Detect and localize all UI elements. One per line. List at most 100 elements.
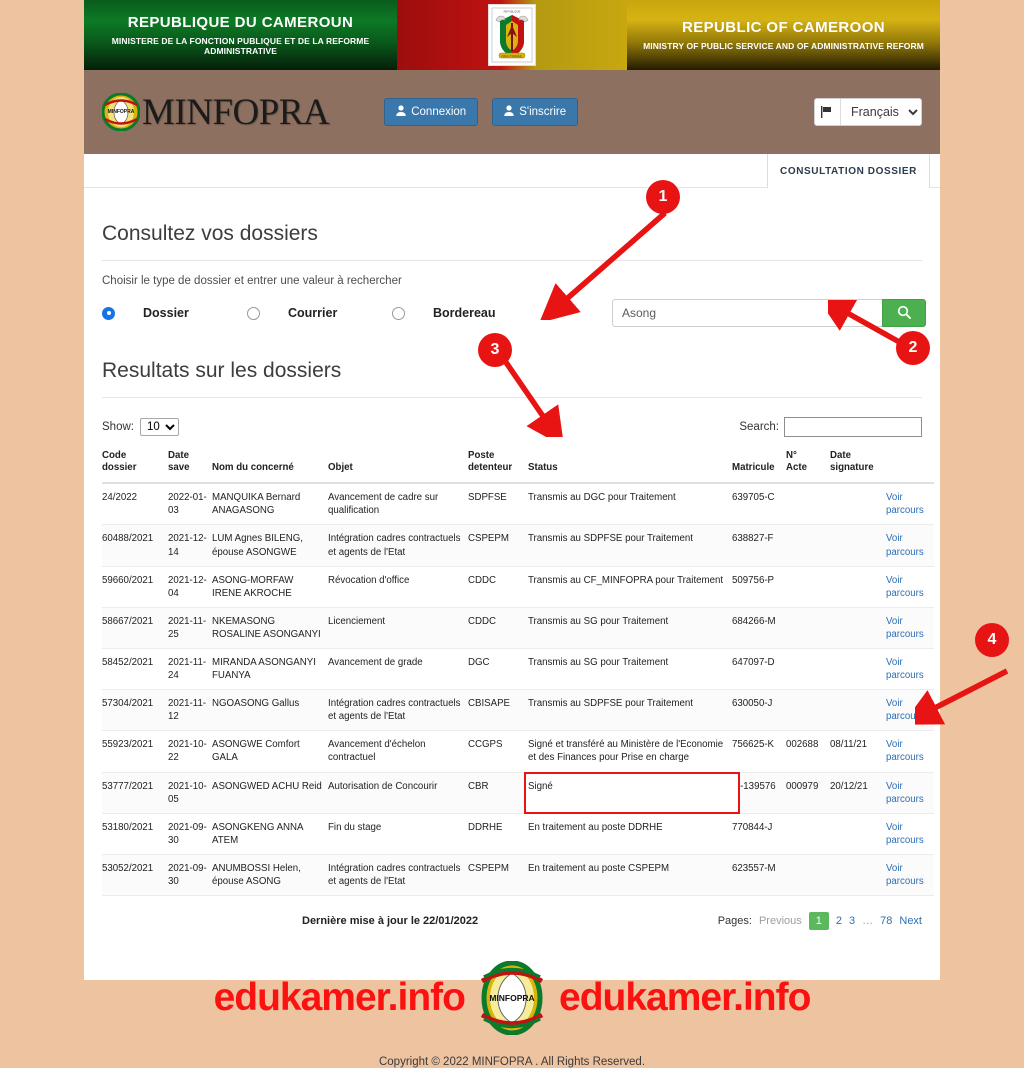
register-button[interactable]: S'inscrire	[492, 98, 579, 126]
cell-date-save: 2021-10-05	[168, 772, 212, 814]
login-button[interactable]: Connexion	[384, 98, 479, 126]
cell-nom-concerne: ASONGWE Comfort GALA	[212, 730, 328, 773]
pages-label: Pages:	[717, 915, 752, 928]
col-code-dossier[interactable]: Code dossier	[102, 448, 168, 485]
voir-parcours-link[interactable]: Voir parcours	[886, 492, 924, 516]
page-root: REPUBLIQUE DU CAMEROUN MINISTERE DE LA F…	[84, 0, 940, 1068]
cell-status: En traitement au poste CSPEPM	[528, 854, 732, 897]
header-actions: Connexion S'inscrire	[384, 98, 579, 126]
last-update-text: Dernière mise à jour le 22/01/2022	[302, 915, 479, 928]
col-poste-detenteur[interactable]: Poste detenteur	[468, 448, 528, 485]
filter-row: Dossier Courrier Bordereau	[102, 299, 930, 327]
col-objet[interactable]: Objet	[328, 448, 468, 485]
table-row[interactable]: 60488/2021 2021-12-14 LUM Agnes BILENG, ép…	[102, 524, 934, 567]
table-search-label: Search:	[739, 421, 779, 433]
col-matricule[interactable]: Matricule	[732, 448, 786, 485]
cell-numero-acte	[786, 689, 830, 732]
radio-courrier[interactable]	[247, 306, 260, 320]
cell-date-save: 2021-09-30	[168, 854, 212, 897]
search-submit-button[interactable]	[882, 299, 926, 327]
cell-date-signature	[830, 566, 886, 608]
cell-matricule: 639705-C	[732, 483, 786, 526]
col-numero-acte[interactable]: N° Acte	[786, 448, 830, 485]
cell-code-dossier: 55923/2021	[102, 730, 168, 773]
cell-poste-detenteur: DDRHE	[468, 813, 528, 855]
cell-actions: Voir parcours	[886, 854, 934, 897]
cell-numero-acte	[786, 854, 830, 897]
cell-objet: Fin du stage	[328, 813, 468, 855]
table-row[interactable]: 53777/2021 2021-10-05 ASONGWED ACHU Reid Au…	[102, 771, 934, 814]
table-search-input[interactable]	[784, 417, 922, 437]
search-icon	[897, 305, 911, 322]
voir-parcours-link[interactable]: Voir parcours	[886, 657, 924, 681]
table-row[interactable]: 58667/2021 2021-11-25 NKEMASONG ROSALINE A…	[102, 607, 934, 650]
cell-date-signature	[830, 854, 886, 897]
table-row[interactable]: 55923/2021 2021-10-22 ASONGWE Comfort GALA…	[102, 730, 934, 773]
brand[interactable]: MINFOPRA MINFOPRA	[101, 92, 330, 132]
voir-parcours-link[interactable]: Voir parcours	[886, 575, 924, 599]
table-toolbar: Show: 10 Search:	[102, 416, 922, 438]
cell-objet: Intégration cadres contractuels et agent…	[328, 854, 468, 897]
tab-consultation-dossier[interactable]: CONSULTATION DOSSIER	[767, 154, 930, 188]
voir-parcours-link[interactable]: Voir parcours	[886, 739, 924, 763]
col-date-save[interactable]: Date save	[168, 448, 212, 485]
cell-numero-acte: 000979	[786, 772, 830, 814]
voir-parcours-link[interactable]: Voir parcours	[886, 822, 924, 846]
pagination-previous[interactable]: Previous	[759, 915, 802, 927]
col-status[interactable]: Status	[528, 448, 732, 485]
radio-group-bordereau[interactable]: Bordereau	[392, 306, 537, 320]
cell-date-save: 2021-11-12	[168, 689, 212, 732]
col-nom-concerne[interactable]: Nom du concerné	[212, 448, 328, 485]
pagination-page-1[interactable]: 1	[808, 912, 829, 931]
table-row[interactable]: 53180/2021 2021-09-30 ASONGKENG ANNA ATEM F…	[102, 813, 934, 855]
language-select[interactable]: Français	[841, 99, 921, 125]
copyright-text: Copyright © 2022 MINFOPRA . All Rights R…	[378, 1056, 646, 1068]
search-input[interactable]	[612, 299, 882, 327]
cell-objet: Avancement de cadre sur qualification	[328, 483, 468, 526]
cell-code-dossier: 60488/2021	[102, 524, 168, 567]
radio-group-dossier[interactable]: Dossier	[102, 306, 247, 320]
table-row[interactable]: 53052/2021 2021-09-30 ANUMBOSSI Helen, épo…	[102, 854, 934, 897]
cell-nom-concerne: NGOASONG Gallus	[212, 689, 328, 732]
cell-poste-detenteur: CSPEPM	[468, 854, 528, 897]
language-switcher[interactable]: Français	[814, 98, 922, 126]
radio-bordereau[interactable]	[392, 306, 405, 320]
cell-date-save: 2021-09-30	[168, 813, 212, 855]
cell-nom-concerne: LUM Agnes BILENG, épouse ASONGWE	[212, 524, 328, 567]
cell-date-save: 2021-12-14	[168, 524, 212, 567]
cell-status: Signé et transféré au Ministère de l'Eco…	[528, 730, 732, 773]
national-banner: REPUBLIQUE DU CAMEROUN MINISTERE DE LA F…	[84, 0, 940, 70]
cell-actions: Voir parcours	[886, 607, 934, 650]
table-row[interactable]: 59660/2021 2021-12-04 ASONG-MORFAW IRENE A…	[102, 566, 934, 608]
radio-group-courrier[interactable]: Courrier	[247, 306, 392, 320]
pagination-page-last[interactable]: 78	[880, 915, 892, 927]
voir-parcours-link[interactable]: Voir parcours	[886, 533, 924, 557]
search-bar	[612, 299, 926, 327]
cell-numero-acte	[786, 483, 830, 526]
pagination-page-3[interactable]: 3	[849, 915, 855, 927]
pagination-page-2[interactable]: 2	[836, 915, 842, 927]
col-actions	[886, 448, 934, 485]
pagination-next[interactable]: Next	[899, 915, 922, 927]
cell-matricule: M-139576	[732, 772, 786, 814]
table-row[interactable]: 24/2022 2022-01-03 MANQUIKA Bernard ANAGAS…	[102, 483, 934, 526]
cell-poste-detenteur: CBISAPE	[468, 689, 528, 732]
show-entries-select[interactable]: 10	[139, 418, 179, 436]
annotation-marker-3: 3	[478, 333, 512, 367]
voir-parcours-link[interactable]: Voir parcours	[886, 781, 924, 805]
cell-numero-acte	[786, 648, 830, 691]
login-button-label: Connexion	[411, 106, 467, 118]
voir-parcours-link[interactable]: Voir parcours	[886, 863, 924, 887]
user-icon	[504, 105, 514, 119]
voir-parcours-link[interactable]: Voir parcours	[886, 698, 924, 722]
radio-dossier[interactable]	[102, 306, 115, 320]
table-row[interactable]: 57304/2021 2021-11-12 NGOASONG Gallus Intég…	[102, 689, 934, 732]
cell-matricule: 638827-F	[732, 524, 786, 567]
col-date-signature[interactable]: Date signature	[830, 448, 886, 485]
radio-bordereau-label: Bordereau	[433, 306, 496, 320]
cell-date-signature: 20/12/21	[830, 772, 886, 814]
voir-parcours-link[interactable]: Voir parcours	[886, 616, 924, 640]
cell-numero-acte	[786, 566, 830, 608]
table-row[interactable]: 58452/2021 2021-11-24 MIRANDA ASONGANYI FU…	[102, 648, 934, 691]
cell-status: En traitement au poste DDRHE	[528, 813, 732, 855]
